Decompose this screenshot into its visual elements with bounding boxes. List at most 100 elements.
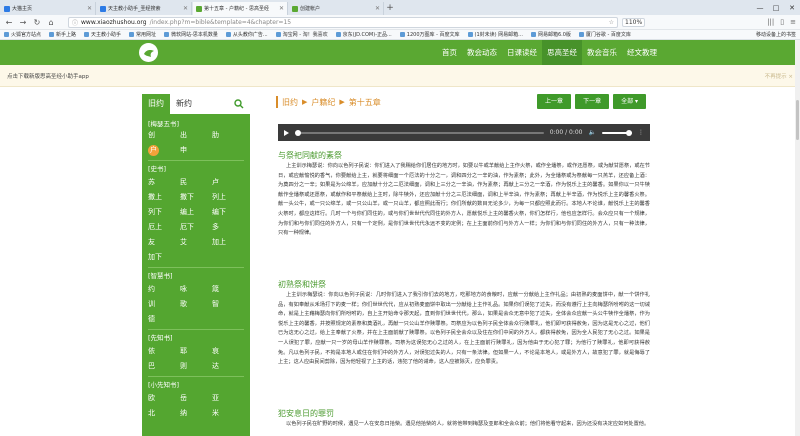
close-icon[interactable]: ✕ bbox=[87, 5, 92, 12]
book-link[interactable]: 箴 bbox=[212, 284, 244, 295]
bookmark-item[interactable]: 天主教小助手 bbox=[84, 31, 121, 38]
book-link[interactable]: 民 bbox=[180, 177, 212, 188]
close-icon[interactable]: ✕ bbox=[183, 5, 188, 12]
nav-item[interactable]: 经文教理 bbox=[622, 40, 662, 65]
volume-icon[interactable]: 🔈 bbox=[589, 129, 596, 136]
crumb-book[interactable]: 户籍纪 bbox=[311, 97, 335, 108]
crumb-testament[interactable]: 旧约 bbox=[282, 97, 298, 108]
book-link[interactable]: 依 bbox=[148, 346, 180, 357]
forward-icon[interactable]: → bbox=[18, 18, 28, 27]
bookmark-item[interactable]: 1200万图库 - 百度文库 bbox=[399, 31, 460, 38]
book-link[interactable]: 北 bbox=[148, 408, 180, 419]
book-link[interactable]: 肋 bbox=[212, 130, 244, 141]
nav-item[interactable]: 教会动态 bbox=[462, 40, 502, 65]
all-chapters-button[interactable]: 全部 ▾ bbox=[613, 94, 646, 109]
close-window-button[interactable]: ✕ bbox=[784, 4, 800, 12]
book-link[interactable]: 达 bbox=[212, 361, 244, 372]
sidebar-icon[interactable]: ▯ bbox=[780, 18, 784, 26]
book-link[interactable]: 则 bbox=[180, 361, 212, 372]
promo-close-button[interactable]: 不再提示 × bbox=[765, 72, 793, 80]
book-link[interactable]: 苏 bbox=[148, 177, 180, 188]
book-link[interactable]: 岳 bbox=[180, 393, 212, 404]
nav-item[interactable]: 教会音乐 bbox=[582, 40, 622, 65]
book-link[interactable]: 列下 bbox=[148, 207, 180, 218]
home-icon[interactable]: ⌂ bbox=[46, 18, 56, 27]
browser-tab[interactable]: 创建帐户 ✕ bbox=[289, 2, 384, 15]
play-icon[interactable] bbox=[284, 129, 289, 136]
book-link[interactable]: 申 bbox=[180, 145, 212, 156]
tab-old-testament[interactable]: 旧约 bbox=[142, 94, 170, 114]
book-link[interactable]: 歌 bbox=[180, 299, 212, 310]
nav-item[interactable]: 日课读经 bbox=[502, 40, 542, 65]
book-link[interactable]: 智 bbox=[212, 299, 244, 310]
book-link[interactable]: 耶 bbox=[180, 346, 212, 357]
minimize-button[interactable]: — bbox=[752, 4, 768, 12]
book-link[interactable]: 友 bbox=[148, 237, 180, 248]
close-icon[interactable]: ✕ bbox=[375, 5, 380, 12]
prev-chapter-button[interactable]: 上一章 bbox=[537, 94, 572, 109]
volume-slider[interactable] bbox=[602, 129, 632, 136]
maximize-button[interactable]: □ bbox=[768, 4, 784, 12]
bookmark-item[interactable]: 厦门谷歌 - 百度文库 bbox=[578, 31, 631, 38]
book-link[interactable]: 咏 bbox=[180, 284, 212, 295]
seek-slider[interactable] bbox=[295, 129, 544, 136]
book-link[interactable]: 亚 bbox=[212, 393, 244, 404]
book-link[interactable]: 约 bbox=[148, 284, 180, 295]
tab-new-testament[interactable]: 新约 bbox=[170, 94, 198, 114]
bookmark-item[interactable]: 新手上路 bbox=[49, 31, 76, 38]
library-icon[interactable]: ||| bbox=[767, 18, 774, 26]
book-link[interactable]: 撒上 bbox=[148, 192, 180, 203]
book-link[interactable]: 出 bbox=[180, 130, 212, 141]
book-link[interactable]: 撒下 bbox=[180, 192, 212, 203]
promo-text[interactable]: 点击下载新版思高圣经小助手app bbox=[7, 72, 89, 80]
book-link[interactable]: 艾 bbox=[180, 237, 212, 248]
page-scrollbar[interactable] bbox=[795, 40, 800, 436]
book-link[interactable]: 德 bbox=[148, 314, 180, 325]
bookmark-item[interactable]: 微软网站-思本机数量 bbox=[164, 31, 218, 38]
more-options-icon[interactable]: ⋮ bbox=[638, 129, 644, 136]
browser-tab[interactable]: 大猫主页 ✕ bbox=[1, 2, 96, 15]
info-icon[interactable]: ⓘ bbox=[72, 18, 78, 27]
book-link[interactable]: 厄上 bbox=[148, 222, 180, 233]
book-link[interactable]: 欧 bbox=[148, 393, 180, 404]
book-link[interactable]: 编上 bbox=[180, 207, 212, 218]
book-link[interactable]: 列上 bbox=[212, 192, 244, 203]
zoom-level[interactable]: 110% bbox=[622, 17, 646, 27]
mobile-bookmarks[interactable]: 移动设备上的书签 bbox=[756, 31, 796, 38]
book-link[interactable]: 多 bbox=[212, 222, 244, 233]
book-link[interactable]: 编下 bbox=[212, 207, 244, 218]
bookmark-item[interactable]: 常用网址 bbox=[129, 31, 156, 38]
scrollbar-thumb[interactable] bbox=[796, 100, 799, 140]
bookmark-item[interactable]: 火狐官方站点 bbox=[4, 31, 41, 38]
site-logo[interactable] bbox=[139, 43, 158, 62]
book-link[interactable]: 加下 bbox=[148, 252, 180, 263]
book-link[interactable]: 厄下 bbox=[180, 222, 212, 233]
book-link[interactable]: 巴 bbox=[148, 361, 180, 372]
book-link[interactable]: 户 bbox=[148, 145, 159, 156]
bookmark-item[interactable]: 从头教你广告... bbox=[225, 31, 268, 38]
book-link[interactable]: 纳 bbox=[180, 408, 212, 419]
address-bar[interactable]: ⓘ www.xiaozhushou.org/index.php?m=bible&… bbox=[68, 16, 618, 28]
book-link[interactable]: 训 bbox=[148, 299, 180, 310]
new-tab-button[interactable]: + bbox=[384, 2, 396, 15]
menu-icon[interactable]: ≡ bbox=[790, 18, 796, 26]
nav-item[interactable]: 思高圣经 bbox=[542, 40, 582, 65]
browser-tab[interactable]: 天主教小助手_圣经搜索 ✕ bbox=[97, 2, 192, 15]
back-icon[interactable]: ← bbox=[4, 18, 14, 27]
bookmark-item[interactable]: 网易邮箱6.0版 bbox=[530, 31, 571, 38]
reload-icon[interactable]: ↻ bbox=[32, 18, 42, 27]
book-link[interactable]: 创 bbox=[148, 130, 180, 141]
browser-tab-active[interactable]: 第十五章 - 户籍纪 - 思高圣经 ✕ bbox=[193, 2, 288, 15]
book-link[interactable]: 哀 bbox=[212, 346, 244, 357]
close-icon[interactable]: ✕ bbox=[279, 5, 284, 12]
bookmark-item[interactable]: 淘宝网 - 淘！我喜欢 bbox=[275, 31, 328, 38]
bookmark-item[interactable]: 京东(JD.COM)-正品... bbox=[335, 31, 392, 38]
book-link[interactable]: 卢 bbox=[212, 177, 244, 188]
bookmark-star-icon[interactable]: ☆ bbox=[609, 19, 614, 26]
book-link[interactable]: 米 bbox=[212, 408, 244, 419]
bookmark-item[interactable]: (1封未读) 网易邮箱... bbox=[467, 31, 523, 38]
nav-item[interactable]: 首页 bbox=[437, 40, 462, 65]
book-link[interactable]: 加上 bbox=[212, 237, 244, 248]
search-icon[interactable] bbox=[234, 99, 244, 109]
next-chapter-button[interactable]: 下一章 bbox=[575, 94, 610, 109]
